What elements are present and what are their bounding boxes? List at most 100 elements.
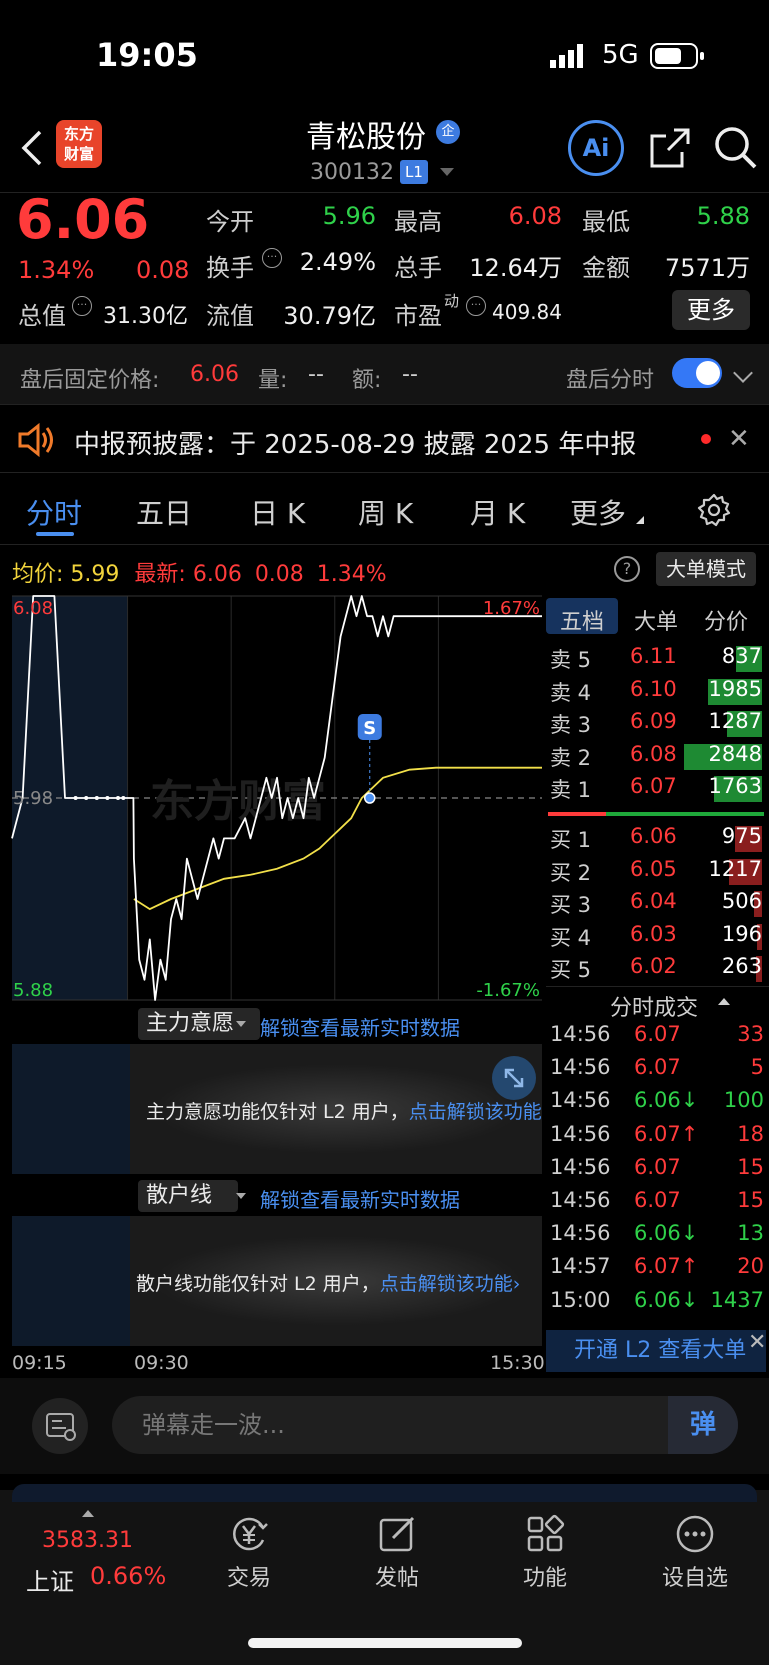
pre-market-dot [94, 796, 99, 800]
float-label: 流值 [206, 302, 254, 330]
share-icon[interactable] [648, 126, 692, 170]
enterprise-badge: 企 [436, 120, 460, 144]
tab-month-k[interactable]: 月 K [470, 492, 525, 532]
grid-icon [525, 1514, 565, 1554]
lock-message: 主力意愿功能仅针对 L2 用户， [146, 1101, 409, 1123]
sell-row[interactable]: 卖 4 6.10 1985 [546, 677, 766, 709]
index-value[interactable]: 3583.31 [42, 1528, 133, 1553]
danmaku-send-button[interactable]: 弹 [668, 1396, 738, 1454]
ratio-bar-green [606, 812, 764, 816]
info-dots-icon[interactable]: ··· [466, 296, 486, 316]
tab-week-k[interactable]: 周 K [358, 492, 413, 532]
buy-row[interactable]: 买 3 6.04 506 [546, 889, 766, 921]
tick-volume: 15 [737, 1154, 764, 1179]
big-order-mode-button[interactable]: 大单模式 [656, 552, 756, 586]
tab-day-k[interactable]: 日 K [250, 492, 305, 532]
after-hours-vol: -- [308, 362, 324, 387]
yen-icon [229, 1514, 269, 1554]
ticks-title[interactable]: 分时成交 [610, 990, 698, 1022]
home-indicator [248, 1638, 522, 1648]
unlock-feature-link[interactable]: 点击解锁该功能 [409, 1101, 542, 1123]
signal-marker-label: S [363, 718, 376, 739]
change-percent: 1.34% [18, 256, 95, 284]
info-dots-icon[interactable]: ··· [262, 248, 282, 268]
network-label: 5G [602, 40, 639, 70]
nav-trade[interactable]: 交易 [204, 1514, 294, 1592]
ai-button[interactable]: Ai [568, 120, 624, 176]
sell-row[interactable]: 卖 1 6.07 1763 [546, 774, 766, 806]
tab-more[interactable]: 更多 [570, 492, 626, 532]
sell-row[interactable]: 卖 5 6.11 837 [546, 644, 766, 676]
after-hours-label: 盘后固定价格: [20, 368, 160, 393]
buy-row[interactable]: 买 5 6.02 263 [546, 954, 766, 986]
edit-icon [377, 1514, 417, 1554]
search-icon[interactable] [712, 124, 758, 170]
index-name[interactable]: 上证 [26, 1562, 74, 1597]
caret-up-icon[interactable] [718, 998, 730, 1005]
notice-text[interactable]: 中报预披露：于 2025-08-29 披露 2025 年中报 [74, 424, 636, 461]
unlock-feature-link[interactable]: 点击解锁该功能 [380, 1273, 513, 1295]
caret-up-icon[interactable] [82, 1510, 94, 1517]
danmaku-input[interactable]: 弹幕走一波... [112, 1396, 738, 1454]
intraday-chart[interactable]: 东方财富S6.085.985.881.67%-1.67% [0, 590, 546, 1010]
tab-big-orders[interactable]: 大单 [634, 604, 678, 636]
buy-row[interactable]: 买 1 6.06 975 [546, 824, 766, 856]
info-dots-icon[interactable]: ··· [72, 296, 92, 316]
sell-row[interactable]: 卖 3 6.09 1287 [546, 709, 766, 741]
pre-market-dot [116, 796, 120, 800]
divider [546, 986, 769, 987]
avg-value: 5.99 [70, 562, 120, 587]
l2-upgrade-banner[interactable]: 开通 L2 查看大单 [546, 1330, 766, 1372]
mktcap-label: 总值 [18, 302, 66, 330]
tick-volume: 18 [737, 1121, 764, 1146]
tab-price-dist[interactable]: 分价 [704, 604, 748, 636]
level-volume: 506 [721, 889, 762, 913]
nav-label: 设自选 [661, 1566, 728, 1591]
level-badge[interactable]: L1 [400, 160, 428, 184]
level-price: 6.11 [630, 644, 677, 668]
divider [0, 544, 769, 545]
tab-fenshi[interactable]: 分时 [26, 492, 82, 532]
tick-price: 6.07↑ [634, 1121, 699, 1146]
level-price: 6.10 [630, 676, 677, 701]
level-price: 6.08 [630, 741, 677, 766]
tab-underline [36, 532, 74, 536]
nav-add-watchlist[interactable]: 设自选 [650, 1514, 740, 1592]
retail-selector[interactable]: 散户线 [138, 1180, 239, 1212]
level-volume: 2848 [708, 741, 762, 766]
level-label: 卖 5 [550, 648, 592, 672]
danmaku-settings-icon[interactable] [32, 1398, 88, 1454]
app-logo: 东方 财富 [56, 120, 102, 168]
stock-code[interactable]: 300132 [310, 160, 394, 185]
gear-icon[interactable] [696, 492, 732, 528]
close-icon[interactable]: ✕ [728, 424, 750, 454]
selector-label: 主力意愿 [146, 1011, 235, 1036]
divider [0, 404, 769, 405]
caret-down-icon [236, 1193, 246, 1199]
more-button[interactable]: 更多 [672, 290, 750, 330]
buy-row[interactable]: 买 2 6.05 1217 [546, 857, 766, 889]
close-icon[interactable]: ✕ [748, 1330, 766, 1355]
caret-down-icon[interactable] [440, 168, 454, 176]
tick-time: 14:56 [550, 1188, 611, 1212]
tab-five-day[interactable]: 五日 [136, 492, 192, 532]
buy-row[interactable]: 买 4 6.03 196 [546, 922, 766, 954]
nav-post[interactable]: 发帖 [352, 1514, 442, 1592]
nav-functions[interactable]: 功能 [500, 1514, 590, 1592]
sell-row[interactable]: 卖 2 6.08 2848 [546, 742, 766, 774]
index-pct[interactable]: 0.66% [90, 1562, 166, 1590]
tick-price: 6.06↓ [634, 1088, 699, 1113]
back-arrow-icon[interactable] [18, 128, 48, 168]
help-icon[interactable]: ? [614, 556, 640, 582]
stock-name[interactable]: 青松股份 [306, 112, 426, 156]
level-price: 6.04 [630, 889, 677, 913]
expand-icon[interactable] [492, 1056, 536, 1100]
tick-time: 14:56 [550, 1221, 611, 1246]
amount-label: 金额 [582, 254, 630, 282]
tab-five-levels[interactable]: 五档 [560, 604, 604, 636]
chevron-right-icon[interactable]: › [513, 1273, 521, 1295]
tick-row: 14:56 6.07↑ 18 [550, 1122, 764, 1154]
unlock-link[interactable]: 解锁查看最新实时数据 [260, 1012, 460, 1041]
level-label: 卖 4 [550, 680, 592, 705]
unlock-link[interactable]: 解锁查看最新实时数据 [260, 1184, 460, 1213]
